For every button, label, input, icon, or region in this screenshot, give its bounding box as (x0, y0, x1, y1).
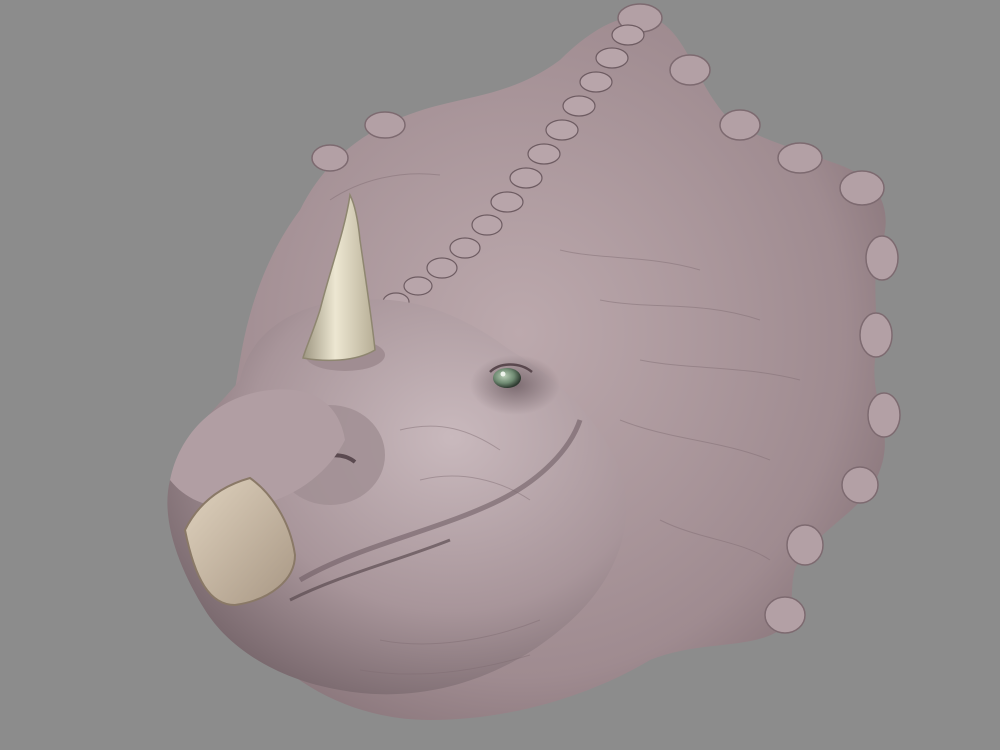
eye (493, 368, 521, 388)
sculpt-render (167, 3, 901, 721)
eye-highlight (500, 371, 506, 377)
triceratops-head (167, 3, 901, 721)
render-viewport (0, 0, 1000, 750)
